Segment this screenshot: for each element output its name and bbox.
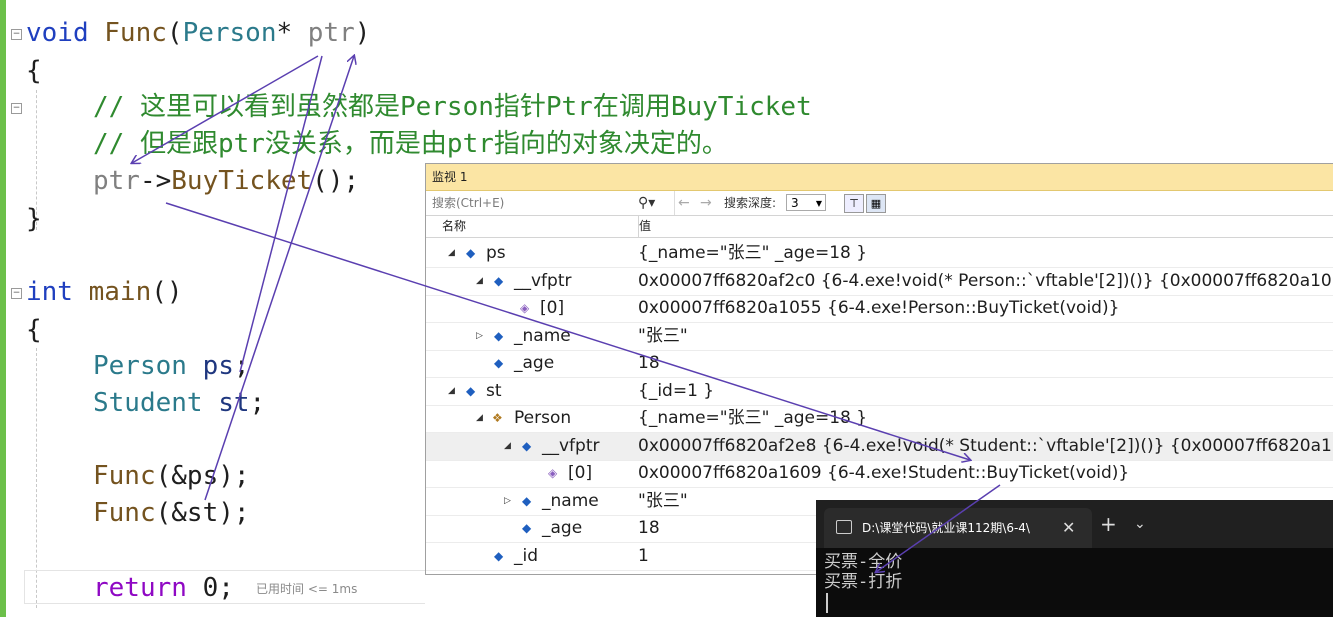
annotation-arrows — [0, 0, 1001, 617]
annotation-arrow-vfptr-to-output — [876, 484, 1001, 572]
annotation-arrow-ps-to-ptr — [239, 55, 323, 373]
annotation-arrow-call-to-vfptr — [165, 202, 970, 460]
annotation-arrow-st-to-ptr — [204, 56, 354, 501]
annotation-arrow-ptr-to-comment — [132, 55, 319, 163]
